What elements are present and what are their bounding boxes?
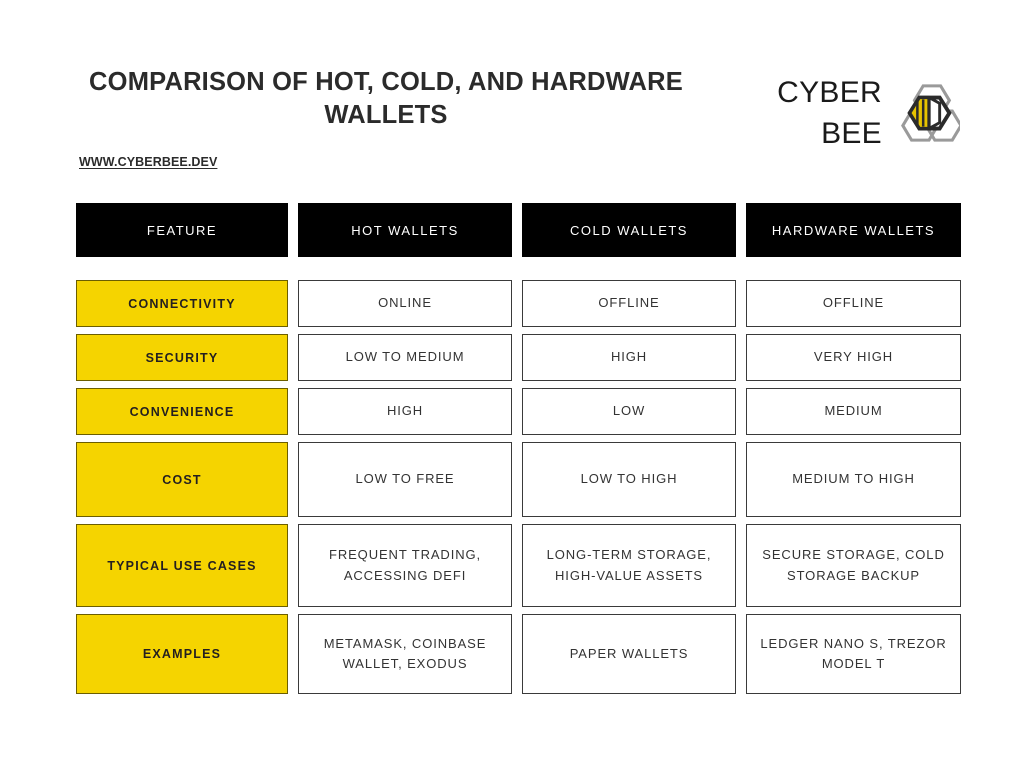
page-title: COMPARISON OF HOT, COLD, AND HARDWARE WA… [89,68,683,129]
cell-examples-cold: PAPER WALLETS [522,614,737,694]
column-header-feature: FEATURE [76,203,289,257]
cell-convenience-hot: HIGH [298,388,513,435]
brand-lockup: CYBER BEE [777,72,960,155]
cell-cost-hardware: MEDIUM TO HIGH [746,442,961,517]
table-header-row: FEATURE HOT WALLETS COLD WALLETS HARDWAR… [76,203,961,257]
row-label-security: SECURITY [76,334,289,381]
cell-connectivity-hardware: OFFLINE [746,280,961,327]
row-label-connectivity: CONNECTIVITY [76,280,289,327]
cell-examples-hot: METAMASK, COINBASE WALLET, EXODUS [298,614,513,694]
row-label-examples: EXAMPLES [76,614,289,694]
row-label-convenience: CONVENIENCE [76,388,289,435]
hexagon-bee-logo-icon [901,84,960,143]
column-header-hardware-wallets: HARDWARE WALLETS [746,203,961,257]
website-url-link[interactable]: WWW.CYBERBEE.DEV [79,155,217,169]
cell-connectivity-hot: ONLINE [298,280,513,327]
cell-cost-hot: LOW TO FREE [298,442,513,517]
table-row: TYPICAL USE CASES FREQUENT TRADING, ACCE… [76,524,961,607]
cell-examples-hardware: LEDGER NANO S, TREZOR MODEL T [746,614,961,694]
wallet-comparison-table: FEATURE HOT WALLETS COLD WALLETS HARDWAR… [76,203,961,701]
row-label-typical-use-cases: TYPICAL USE CASES [76,524,289,607]
cell-security-hardware: VERY HIGH [746,334,961,381]
column-header-cold-wallets: COLD WALLETS [522,203,737,257]
cell-security-cold: HIGH [522,334,737,381]
table-row: COST LOW TO FREE LOW TO HIGH MEDIUM TO H… [76,442,961,517]
row-label-cost: COST [76,442,289,517]
cell-convenience-cold: LOW [522,388,737,435]
cell-typical-use-cases-hardware: SECURE STORAGE, COLD STORAGE BACKUP [746,524,961,607]
table-row: SECURITY LOW TO MEDIUM HIGH VERY HIGH [76,334,961,381]
title-block: COMPARISON OF HOT, COLD, AND HARDWARE WA… [76,66,696,131]
column-header-hot-wallets: HOT WALLETS [298,203,513,257]
page-header: COMPARISON OF HOT, COLD, AND HARDWARE WA… [0,0,1024,190]
cell-typical-use-cases-cold: LONG-TERM STORAGE, HIGH-VALUE ASSETS [522,524,737,607]
cell-security-hot: LOW TO MEDIUM [298,334,513,381]
cell-typical-use-cases-hot: FREQUENT TRADING, ACCESSING DEFI [298,524,513,607]
table-row: CONNECTIVITY ONLINE OFFLINE OFFLINE [76,280,961,327]
cell-cost-cold: LOW TO HIGH [522,442,737,517]
cell-connectivity-cold: OFFLINE [522,280,737,327]
brand-name: CYBER BEE [777,76,882,151]
cell-convenience-hardware: MEDIUM [746,388,961,435]
table-row: EXAMPLES METAMASK, COINBASE WALLET, EXOD… [76,614,961,694]
table-row: CONVENIENCE HIGH LOW MEDIUM [76,388,961,435]
